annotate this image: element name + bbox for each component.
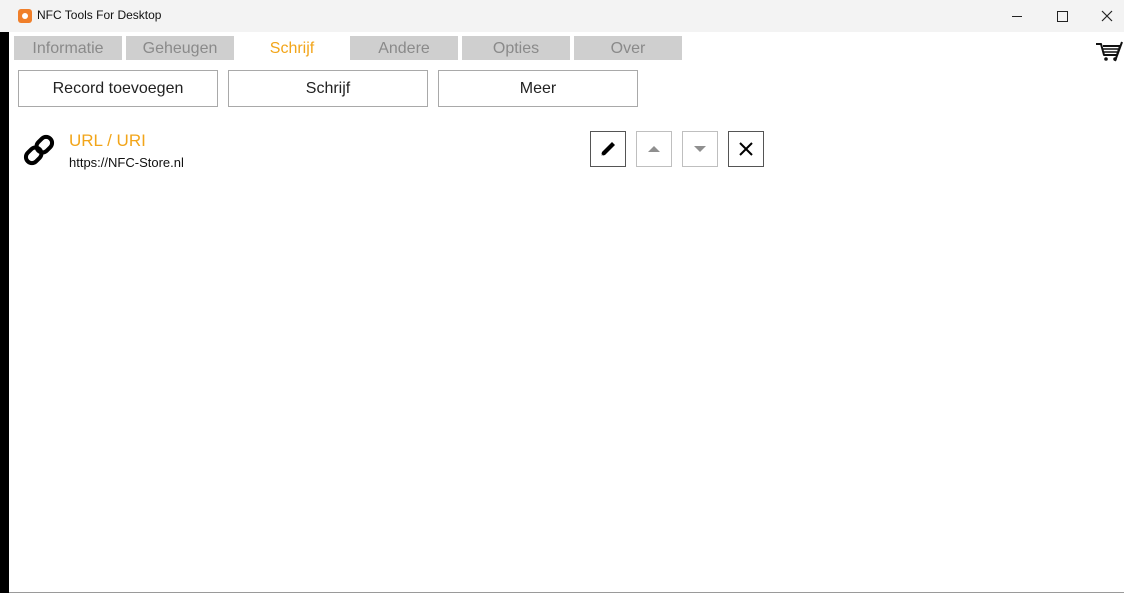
move-up-button[interactable]	[636, 131, 672, 167]
window-left-border	[0, 32, 9, 593]
pencil-icon	[601, 142, 615, 156]
tab-geheugen[interactable]: Geheugen	[126, 36, 234, 60]
title-bar: NFC Tools For Desktop	[0, 0, 1124, 32]
minimize-icon	[1012, 15, 1022, 17]
arrow-up-icon	[648, 146, 660, 152]
close-icon	[1101, 10, 1113, 22]
minimize-button[interactable]	[994, 0, 1040, 32]
add-record-button[interactable]: Record toevoegen	[18, 70, 218, 107]
shop-cart-button[interactable]	[1095, 41, 1123, 63]
close-window-button[interactable]	[1084, 0, 1124, 32]
tab-schrijf[interactable]: Schrijf	[238, 36, 346, 60]
maximize-icon	[1056, 10, 1068, 22]
record-value: https://NFC-Store.nl	[69, 155, 184, 170]
delete-record-button[interactable]	[728, 131, 764, 167]
window-title: NFC Tools For Desktop	[37, 8, 162, 22]
link-icon	[23, 134, 55, 166]
edit-record-button[interactable]	[590, 131, 626, 167]
maximize-button[interactable]	[1039, 0, 1085, 32]
cart-icon	[1096, 41, 1123, 62]
more-button[interactable]: Meer	[438, 70, 638, 107]
record-type-label: URL / URI	[69, 131, 146, 150]
arrow-down-icon	[694, 146, 706, 152]
tab-over[interactable]: Over	[574, 36, 682, 60]
tab-opties[interactable]: Opties	[462, 36, 570, 60]
app-logo-icon	[18, 9, 32, 23]
close-icon	[739, 142, 753, 156]
move-down-button[interactable]	[682, 131, 718, 167]
tab-informatie[interactable]: Informatie	[14, 36, 122, 60]
write-button[interactable]: Schrijf	[228, 70, 428, 107]
tab-andere[interactable]: Andere	[350, 36, 458, 60]
